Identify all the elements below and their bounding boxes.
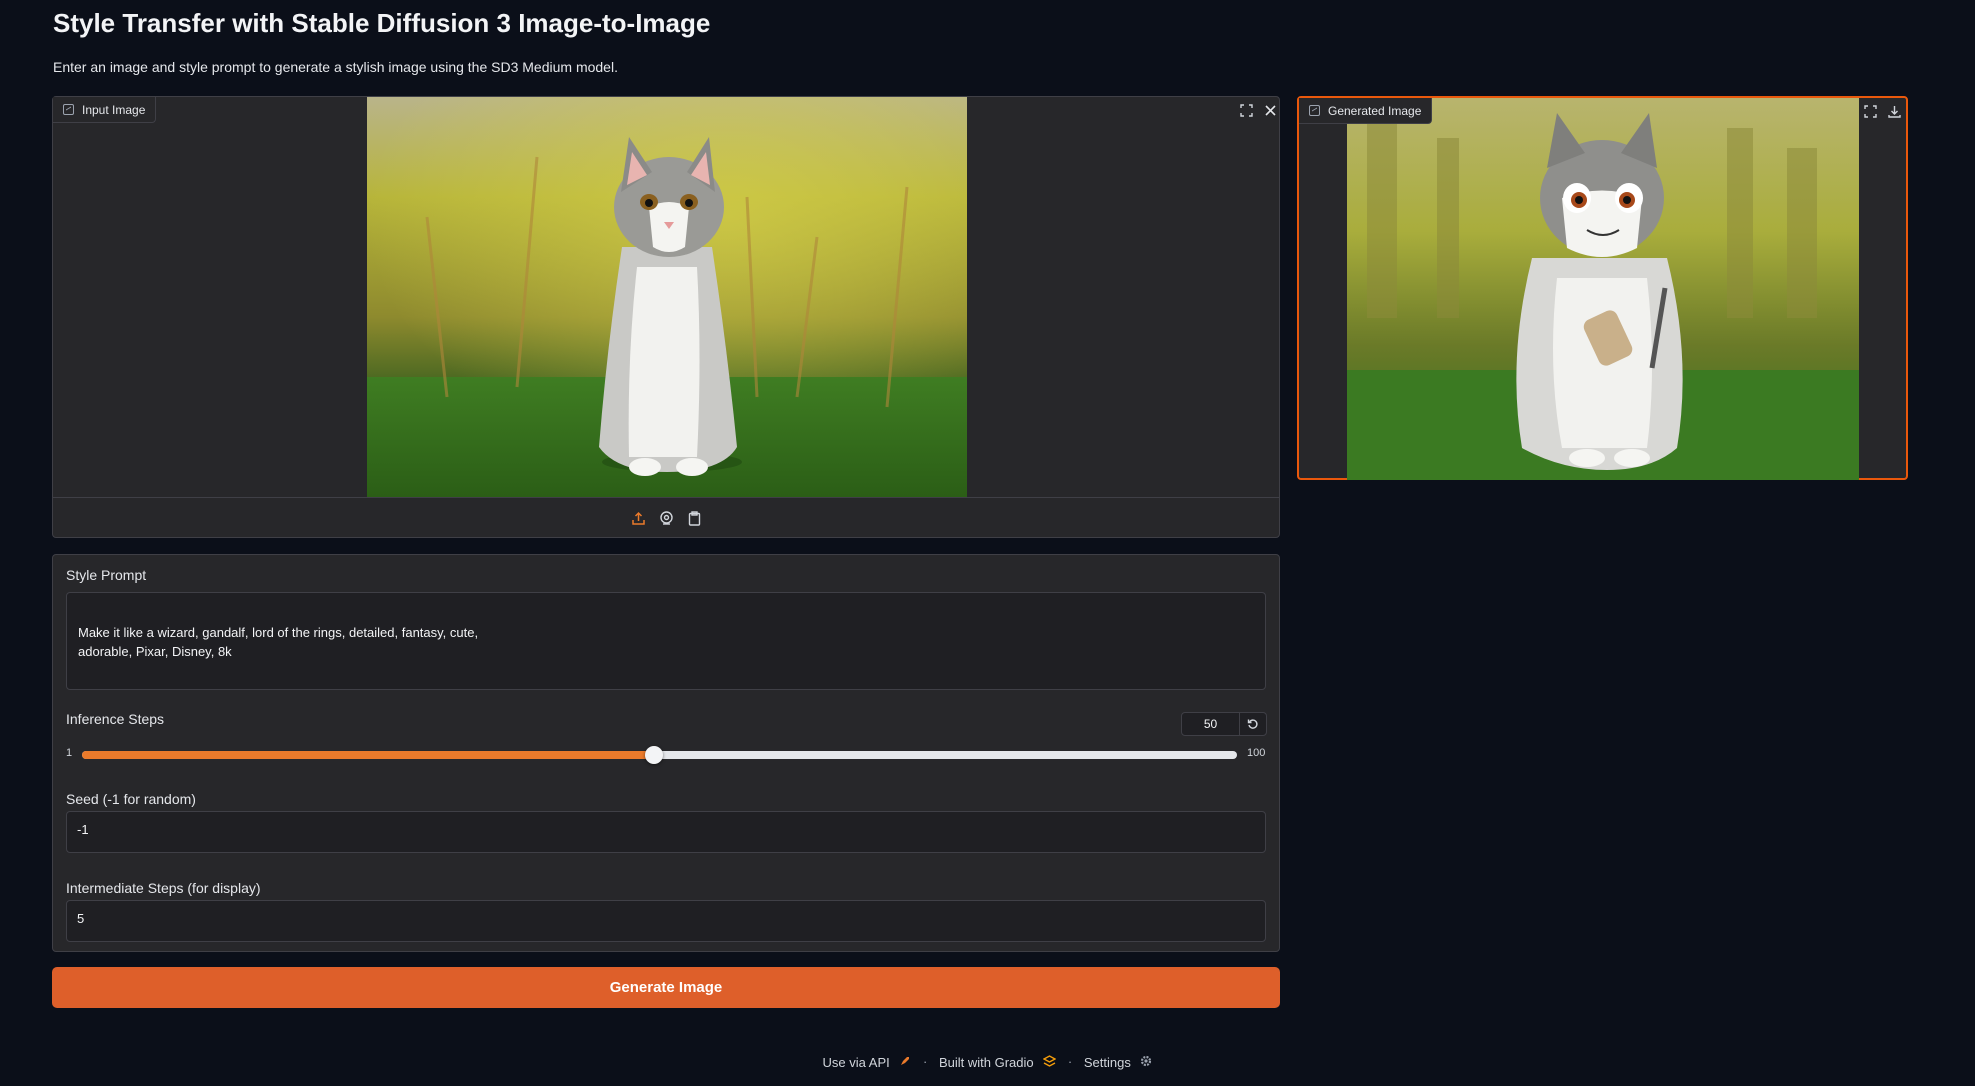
page-title: Style Transfer with Stable Diffusion 3 I… — [53, 8, 711, 38]
built-with-gradio-link[interactable]: Built with Gradio — [938, 1054, 1060, 1070]
inference-steps-value[interactable]: 50 — [1182, 713, 1240, 735]
input-image-label: Input Image — [82, 102, 146, 117]
generated-image-preview[interactable] — [1347, 98, 1859, 480]
gear-icon — [1140, 1055, 1152, 1070]
style-prompt-label: Style Prompt — [66, 567, 147, 583]
generated-cartoon-image — [1347, 98, 1859, 480]
input-image-panel[interactable]: Input Image — [52, 96, 1280, 538]
settings-panel: Style Prompt Make it like a wizard, gand… — [52, 554, 1280, 952]
input-image-toolbar — [1235, 99, 1281, 121]
image-icon — [63, 104, 74, 115]
reset-icon[interactable] — [1240, 713, 1266, 735]
use-via-api-label: Use via API — [822, 1054, 890, 1070]
kitten-photo — [367, 97, 967, 497]
webcam-icon[interactable] — [657, 509, 675, 527]
slider-min-label: 1 — [66, 747, 73, 759]
seed-label: Seed (-1 for random) — [66, 791, 196, 807]
gradio-logo-icon — [1042, 1054, 1057, 1070]
use-via-api-link[interactable]: Use via API — [822, 1054, 915, 1070]
seed-input[interactable]: -1 — [66, 811, 1266, 853]
settings-link[interactable]: Settings — [1083, 1054, 1153, 1070]
generated-image-label-badge: Generated Image — [1299, 98, 1433, 124]
generate-image-button[interactable]: Generate Image — [52, 967, 1280, 1008]
slider-thumb[interactable] — [644, 746, 663, 764]
generated-image-panel[interactable]: Generated Image — [1297, 96, 1908, 480]
slider-fill — [82, 751, 654, 759]
generated-image-label: Generated Image — [1328, 103, 1422, 118]
image-icon — [1309, 105, 1320, 116]
generated-image-toolbar — [1859, 100, 1905, 122]
inference-steps-slider[interactable] — [82, 746, 1237, 764]
footer: Use via API · Built with Gradio · Settin… — [0, 1053, 1975, 1070]
inference-steps-number: 50 — [1181, 712, 1267, 736]
slider-max-label: 100 — [1247, 747, 1266, 759]
footer-separator: · — [923, 1054, 928, 1070]
image-source-selector — [53, 497, 1279, 538]
input-image-preview[interactable] — [367, 97, 967, 497]
rocket-icon — [899, 1055, 911, 1070]
intermediate-steps-input[interactable]: 5 — [66, 900, 1266, 942]
page-description: Enter an image and style prompt to gener… — [53, 59, 618, 75]
input-image-label-badge: Input Image — [53, 97, 157, 123]
download-icon[interactable] — [1883, 100, 1905, 122]
built-with-gradio-label: Built with Gradio — [938, 1054, 1034, 1070]
footer-separator: · — [1067, 1054, 1073, 1070]
settings-label: Settings — [1083, 1054, 1131, 1070]
close-icon[interactable] — [1259, 99, 1281, 121]
fullscreen-icon[interactable] — [1859, 100, 1881, 122]
style-prompt-input[interactable]: Make it like a wizard, gandalf, lord of … — [66, 592, 1266, 690]
clipboard-icon[interactable] — [685, 509, 703, 527]
fullscreen-icon[interactable] — [1235, 99, 1257, 121]
upload-icon[interactable] — [629, 509, 647, 527]
inference-steps-label: Inference Steps — [66, 711, 165, 727]
intermediate-steps-label: Intermediate Steps (for display) — [66, 880, 261, 896]
app-root: Style Transfer with Stable Diffusion 3 I… — [0, 0, 1975, 1086]
